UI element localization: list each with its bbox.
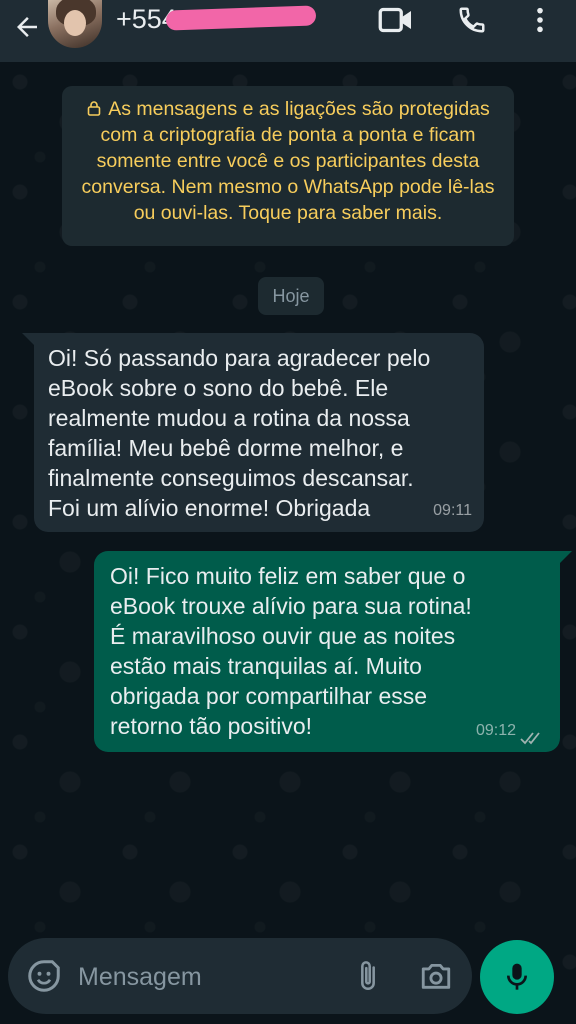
message-line: família! Meu bebê dorme melhor, e (48, 435, 404, 461)
attach-icon[interactable] (348, 956, 388, 996)
date-separator: Hoje (258, 277, 324, 315)
message-time: 09:12 (475, 722, 516, 739)
whatsapp-chat-screen: +554 As mensagens e as ligações são prot… (0, 0, 576, 1024)
message-time: 09:11 (433, 502, 472, 519)
emoji-icon[interactable] (26, 958, 62, 994)
microphone-button[interactable] (480, 940, 554, 1014)
microphone-icon (507, 963, 527, 990)
outgoing-message[interactable]: Oi! Fico muito feliz em saber que o eBoo… (94, 551, 560, 752)
redaction-mark (165, 5, 317, 31)
chat-header: +554 (0, 0, 576, 62)
more-options-icon[interactable] (520, 2, 560, 38)
encryption-notice-text: As mensagens e as ligações são protegida… (81, 98, 495, 224)
message-line: Foi um alívio enorme! Obrigada (48, 495, 371, 521)
message-line: eBook sobre o sono do bebê. Ele (48, 375, 389, 401)
message-line: eBook trouxe alívio para sua rotina! (110, 593, 472, 619)
message-line: Oi! Só passando para agradecer pelo (48, 345, 431, 371)
bubble-tail (558, 551, 572, 565)
message-line: estão mais tranquilas aí. Muito (110, 653, 422, 679)
camera-icon[interactable] (414, 956, 458, 996)
lock-icon (87, 101, 101, 116)
read-receipt-icon (520, 732, 540, 745)
message-input[interactable] (76, 956, 340, 998)
avatar[interactable] (48, 0, 102, 48)
message-line: É maravilhoso ouvir que as noites (110, 623, 456, 649)
message-line: obrigada por compartilhar esse (110, 683, 428, 709)
incoming-message[interactable]: Oi! Só passando para agradecer pelo eBoo… (34, 333, 484, 532)
message-line: finalmente conseguimos descansar. (48, 465, 414, 491)
message-line: realmente mudou a rotina da nossa (48, 405, 410, 431)
voice-call-icon[interactable] (452, 2, 492, 38)
message-line: Oi! Fico muito feliz em saber que o (110, 563, 466, 589)
encryption-notice[interactable]: As mensagens e as ligações são protegida… (62, 86, 514, 246)
video-call-icon[interactable] (376, 2, 416, 38)
message-composer (8, 938, 472, 1014)
back-arrow-icon[interactable] (8, 8, 46, 46)
